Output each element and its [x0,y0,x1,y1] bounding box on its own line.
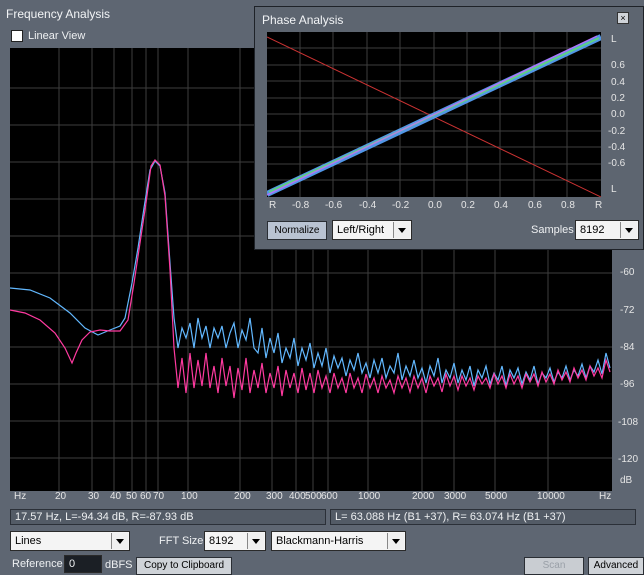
db-tick: -60 [620,267,635,278]
peak-readout: L= 63.088 Hz (B1 +37), R= 63.074 Hz (B1 … [330,509,636,525]
db-unit-label: dB [620,475,633,486]
phase-x-tick: 0.2 [461,200,475,211]
phase-x-tick: 0.8 [561,200,575,211]
samples-select[interactable]: 8192 [575,220,639,240]
freq-tick: 600 [321,491,338,502]
fft-size-select[interactable]: 8192 [204,531,266,551]
graph-mode-value: Lines [15,535,42,547]
freq-tick: 5000 [485,491,508,502]
hz-label-right: Hz [599,491,612,502]
freq-tick: 40 [110,491,122,502]
reference-label: Reference [12,558,63,570]
freq-tick: 300 [266,491,283,502]
phase-y-tick: 0.0 [611,109,625,120]
freq-tick: 400 [289,491,306,502]
db-tick: -96 [620,379,635,390]
normalize-button[interactable]: Normalize [267,221,327,240]
freq-tick: 3000 [444,491,467,502]
phase-analysis-title: Phase Analysis [262,13,344,27]
phase-analysis-window: Phase Analysis × L 0.6 0.4 0.2 0.0 -0.2 … [254,6,644,250]
db-tick: -108 [618,417,639,428]
phase-plot-svg [265,32,603,198]
phase-y-tick: 0.2 [611,93,625,104]
frequency-analysis-title: Frequency Analysis [6,7,111,21]
advanced-button[interactable]: Advanced [588,557,644,575]
freq-tick: 1000 [358,491,381,502]
freq-tick: 2000 [412,491,435,502]
freq-tick: 70 [153,491,165,502]
phase-x-tick: -0.2 [392,200,410,211]
hz-label-left: Hz [14,491,27,502]
window-function-select[interactable]: Blackmann-Harris [271,531,406,551]
chevron-down-icon [393,222,410,238]
freq-tick: 30 [88,491,100,502]
chevron-down-icon [247,533,264,549]
phase-y-tick: -0.4 [608,142,626,153]
copy-to-clipboard-button[interactable]: Copy to Clipboard [136,557,232,575]
phase-plot [265,32,603,198]
phase-x-tick: -0.4 [359,200,377,211]
linear-view-checkbox[interactable] [11,30,23,42]
phase-y-tick: L [611,184,617,195]
db-tick: -120 [618,454,639,465]
phase-y-tick: 0.6 [611,60,625,71]
phase-y-tick: -0.2 [608,126,626,137]
freq-tick: 500 [305,491,322,502]
phase-x-tick: 0.0 [428,200,442,211]
chevron-down-icon [387,533,404,549]
chevron-down-icon [620,222,637,238]
freq-tick: 20 [55,491,67,502]
freq-tick: 100 [181,491,198,502]
linear-view-label: Linear View [28,30,86,42]
close-icon[interactable]: × [617,12,629,24]
phase-x-tick: R [269,200,277,211]
phase-y-tick: -0.6 [608,158,626,169]
phase-x-tick: 0.4 [494,200,508,211]
channel-mode-select[interactable]: Left/Right [332,220,412,240]
channel-mode-value: Left/Right [337,224,385,236]
dbfs-label: dBFS [105,559,133,571]
freq-tick: 10000 [537,491,565,502]
phase-x-tick: 0.6 [528,200,542,211]
samples-label: Samples [531,224,574,236]
phase-x-tick: R [595,200,603,211]
phase-y-tick: L [611,34,617,45]
freq-tick: 200 [234,491,251,502]
samples-value: 8192 [580,224,605,236]
window-function-value: Blackmann-Harris [276,535,364,547]
fft-size-value: 8192 [209,535,234,547]
freq-tick: 50 [126,491,138,502]
freq-tick: 60 [140,491,152,502]
phase-x-tick: -0.6 [325,200,343,211]
phase-y-tick: 0.4 [611,77,625,88]
fft-size-label: FFT Size [159,535,204,547]
chevron-down-icon [111,533,128,549]
scan-button[interactable]: Scan [524,557,584,575]
cursor-readout: 17.57 Hz, L=-94.34 dB, R=-87.93 dB [10,509,326,525]
reference-input[interactable]: 0 [64,555,102,573]
db-tick: -72 [620,305,635,316]
db-tick: -84 [620,342,635,353]
graph-mode-select[interactable]: Lines [10,531,130,551]
phase-x-tick: -0.8 [292,200,310,211]
